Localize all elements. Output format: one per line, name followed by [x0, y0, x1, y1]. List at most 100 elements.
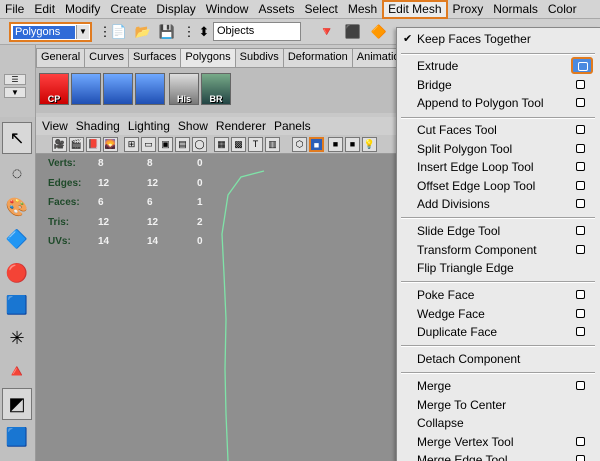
shadows-icon[interactable]: ■	[328, 137, 343, 152]
menu-item-split-polygon-tool[interactable]: Split Polygon Tool	[397, 140, 600, 158]
option-box-icon[interactable]	[576, 290, 585, 299]
shelf-tab-deformation[interactable]: Deformation	[282, 48, 353, 67]
menu-item-transform-component[interactable]: Transform Component	[397, 241, 600, 259]
menu-item-cut-faces-tool[interactable]: Cut Faces Tool	[397, 121, 600, 139]
menu-edit-mesh[interactable]: Edit Mesh	[382, 0, 448, 19]
texture-icon[interactable]: T	[248, 137, 263, 152]
option-box-icon[interactable]	[576, 143, 585, 153]
option-box-icon[interactable]	[576, 98, 585, 107]
menu-mesh[interactable]: Mesh	[343, 0, 382, 19]
shelf-button-subdivided-plane[interactable]	[135, 73, 165, 105]
show-manipulator-icon[interactable]: ◩	[2, 388, 32, 420]
option-box-icon[interactable]	[576, 327, 585, 336]
menu-proxy[interactable]: Proxy	[448, 0, 489, 19]
menu-item-bridge[interactable]: Bridge	[397, 76, 600, 94]
shelf-tab-curves[interactable]: Curves	[84, 48, 129, 67]
scale-tool-icon[interactable]: 🟦	[2, 289, 32, 321]
shelf-tab-subdivs[interactable]: Subdivs	[234, 48, 284, 67]
shelf-button-grid-plane[interactable]	[103, 73, 133, 105]
menu-display[interactable]: Display	[151, 0, 200, 19]
option-box-icon[interactable]	[576, 162, 585, 171]
menu-item-duplicate-face[interactable]: Duplicate Face	[397, 323, 600, 341]
menu-item-poke-face[interactable]: Poke Face	[397, 286, 600, 304]
soft-mod-tool-icon[interactable]: 🔺	[2, 355, 32, 387]
shelf-button-extrude[interactable]	[71, 73, 101, 105]
object-mode-icon[interactable]: ⬛	[344, 23, 362, 41]
selection-mode-icon[interactable]: ⬍	[195, 23, 213, 41]
xray-icon[interactable]: ■	[309, 137, 324, 152]
panel-menu-renderer[interactable]: Renderer	[216, 119, 266, 133]
option-box-icon[interactable]	[576, 199, 585, 208]
film-gate-icon[interactable]: ▭	[141, 137, 156, 152]
chevron-down-icon[interactable]: ▼	[76, 25, 89, 39]
menu-edit[interactable]: Edit	[29, 0, 60, 19]
menu-set-selector[interactable]: Polygons ▼	[9, 22, 92, 42]
menu-item-add-divisions[interactable]: Add Divisions	[397, 195, 600, 213]
ambient-occlusion-icon[interactable]: ■	[345, 137, 360, 152]
field-chart-icon[interactable]: ◯	[192, 137, 207, 152]
menu-select[interactable]: Select	[299, 0, 342, 19]
camera-select-icon[interactable]: 🎥	[52, 137, 67, 152]
viewport-3d[interactable]: Verts: 8 8 0 Edges: 12 12 0 Faces: 6 6 1…	[36, 154, 396, 461]
grid-toggle-icon[interactable]: ⊞	[124, 137, 139, 152]
panel-menu-panels[interactable]: Panels	[274, 119, 311, 133]
hierarchy-mode-icon[interactable]: 🔻	[318, 23, 336, 41]
option-box-icon[interactable]	[571, 57, 593, 74]
menu-item-detach-component[interactable]: Detach Component	[397, 350, 600, 368]
selection-mask-field[interactable]: Objects	[213, 22, 301, 41]
shelf-editor-menu-button[interactable]: ▼	[4, 87, 26, 98]
shelf-tab-polygons[interactable]: Polygons	[180, 48, 236, 67]
open-folder-icon[interactable]: 📂	[134, 23, 152, 41]
rotate-tool-icon[interactable]: 🔴	[2, 257, 32, 289]
menu-assets[interactable]: Assets	[253, 0, 299, 19]
menu-item-offset-edge-loop-tool[interactable]: Offset Edge Loop Tool	[397, 177, 600, 195]
resolution-gate-icon[interactable]: ▣	[158, 137, 173, 152]
light-bulb-icon[interactable]: 💡	[362, 137, 377, 152]
gate-mask-icon[interactable]: ▤	[175, 137, 190, 152]
component-mode-icon[interactable]: 🔶	[370, 23, 388, 41]
isolate-select-icon[interactable]: ⬡	[292, 137, 307, 152]
menu-item-slide-edge-tool[interactable]: Slide Edge Tool	[397, 222, 600, 240]
menu-create[interactable]: Create	[105, 0, 151, 19]
shelf-button-combine-polygons[interactable]: CP	[39, 73, 69, 105]
menu-item-wedge-face[interactable]: Wedge Face	[397, 305, 600, 323]
option-box-icon[interactable]	[576, 308, 585, 318]
image-plane-icon[interactable]: 🌄	[103, 137, 118, 152]
move-tool-icon[interactable]: 🔷	[2, 223, 32, 255]
menu-item-insert-edge-loop-tool[interactable]: Insert Edge Loop Tool	[397, 158, 600, 176]
option-box-icon[interactable]	[576, 79, 585, 89]
smooth-shade-icon[interactable]: ▩	[231, 137, 246, 152]
option-box-icon[interactable]	[576, 436, 585, 446]
shelf-tab-general[interactable]: General	[36, 48, 86, 67]
shelf-button-brush[interactable]: BR	[201, 73, 231, 105]
panel-menu-view[interactable]: View	[42, 119, 68, 133]
menu-modify[interactable]: Modify	[60, 0, 105, 19]
save-scene-icon[interactable]: 💾	[158, 23, 176, 41]
last-tool-icon[interactable]: 🟦	[2, 421, 32, 453]
menu-item-flip-triangle-edge[interactable]: Flip Triangle Edge	[397, 259, 600, 277]
lights-icon[interactable]: ▥	[265, 137, 280, 152]
option-box-icon[interactable]	[576, 455, 585, 461]
wireframe-icon[interactable]: ▦	[214, 137, 229, 152]
menu-item-merge-edge-tool[interactable]: Merge Edge Tool	[397, 451, 600, 461]
new-scene-icon[interactable]: 📄	[110, 23, 128, 41]
menu-window[interactable]: Window	[201, 0, 254, 19]
universal-manipulator-icon[interactable]: ✳	[2, 322, 32, 354]
camera-attributes-icon[interactable]: 🎬	[69, 137, 84, 152]
menu-file[interactable]: File	[0, 0, 29, 19]
panel-menu-lighting[interactable]: Lighting	[128, 119, 170, 133]
menu-item-collapse[interactable]: Collapse	[397, 414, 600, 432]
option-box-icon[interactable]	[576, 381, 585, 390]
menu-item-extrude[interactable]: Extrude	[397, 57, 600, 75]
option-box-icon[interactable]	[576, 125, 585, 134]
shelf-tab-menu-button[interactable]: ☰	[4, 74, 26, 85]
menu-item-merge-vertex-tool[interactable]: Merge Vertex Tool	[397, 433, 600, 451]
panel-menu-show[interactable]: Show	[178, 119, 208, 133]
menu-normals[interactable]: Normals	[488, 0, 543, 19]
panel-menu-shading[interactable]: Shading	[76, 119, 120, 133]
menu-item-merge-to-center[interactable]: Merge To Center	[397, 396, 600, 414]
menu-color[interactable]: Color	[543, 0, 582, 19]
option-box-icon[interactable]	[576, 226, 585, 235]
menu-item-merge[interactable]: Merge	[397, 377, 600, 395]
option-box-icon[interactable]	[576, 244, 585, 254]
